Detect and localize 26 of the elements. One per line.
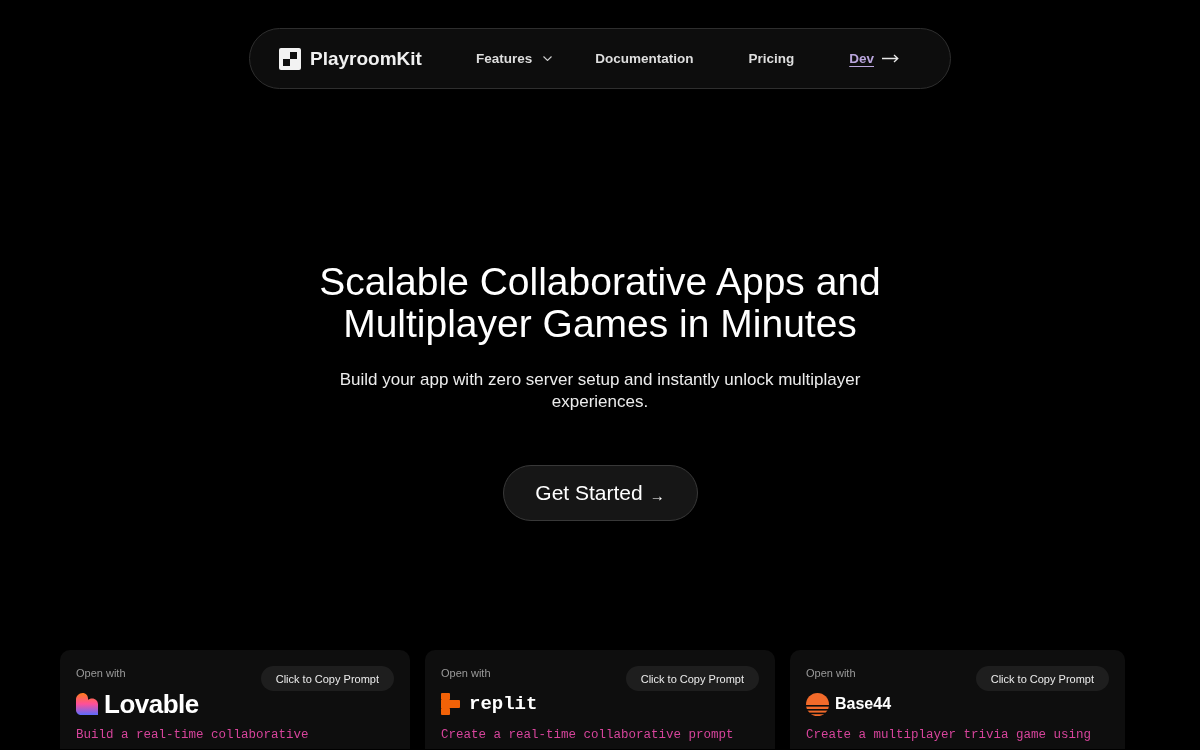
nav-link[interactable]: Pricing — [748, 49, 795, 68]
hero-title: Scalable Collaborative Apps and Multiplayer Games in Minutes — [318, 261, 882, 345]
platform-link[interactable]: replit — [441, 691, 538, 717]
prompt-text: Create a real-time collaborative prompt — [441, 728, 735, 743]
platform-link[interactable]: Lovable — [76, 691, 199, 717]
heart-logo-icon — [76, 693, 98, 715]
copy-prompt-button[interactable]: Click to Copy Prompt — [975, 666, 1109, 691]
blocks-logo-icon — [441, 693, 460, 715]
copy-prompt-button[interactable]: Click to Copy Prompt — [260, 666, 394, 691]
arrow-right-icon — [882, 54, 899, 63]
open-with-label: Open with — [76, 666, 126, 680]
prompt-text: Create a multiplayer trivia game using — [806, 728, 1093, 743]
open-with-label: Open with — [806, 666, 856, 680]
brand-link[interactable]: PlayroomKit — [279, 47, 422, 70]
dev-link[interactable]: Dev — [849, 49, 899, 68]
chevron-down-icon — [543, 56, 553, 61]
checker-logo-icon — [279, 47, 301, 70]
nav-link[interactable]: Documentation — [595, 49, 694, 68]
hero-subtitle: Build your app with zero server setup and instantly unlock multiplayer experiences. — [338, 369, 862, 413]
get-started-button[interactable]: Get Started → — [502, 465, 698, 521]
striped-circle-icon — [806, 692, 829, 716]
open-with-label: Open with — [441, 666, 491, 680]
platform-link[interactable]: Base44 — [806, 691, 892, 717]
prompt-text: Build a real-time collaborative — [76, 728, 310, 743]
copy-prompt-button[interactable]: Click to Copy Prompt — [625, 666, 759, 691]
features-dropdown[interactable]: Features — [475, 49, 553, 68]
